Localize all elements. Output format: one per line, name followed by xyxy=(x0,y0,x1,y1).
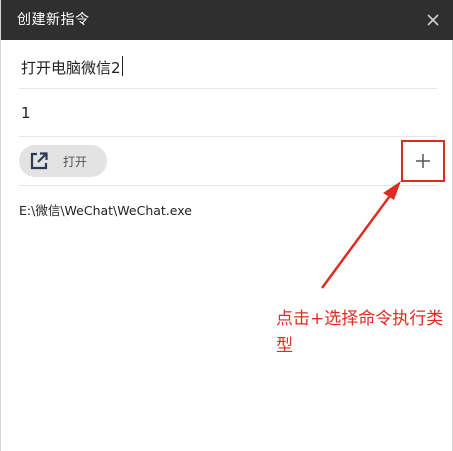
dialog-title: 创建新指令 xyxy=(17,12,90,28)
text-cursor xyxy=(122,56,123,76)
executable-path: E:\微信\WeChat\WeChat.exe xyxy=(19,203,192,218)
command-name-value: 打开电脑微信2 xyxy=(21,59,121,77)
command-value-field[interactable]: 1 xyxy=(19,89,437,137)
dialog-titlebar: 创建新指令 xyxy=(1,0,453,40)
open-action-label: 打开 xyxy=(63,155,88,169)
action-row: 打开 xyxy=(19,137,445,186)
command-value-text: 1 xyxy=(21,104,31,122)
plus-icon xyxy=(416,154,430,168)
close-icon[interactable] xyxy=(422,9,444,31)
annotation-text: 点击+选择命令执行类型 xyxy=(276,309,444,356)
add-command-type-button[interactable] xyxy=(401,140,445,182)
create-command-dialog: 创建新指令 打开电脑微信2 1 打开 E:\微信\WeChat\WeChat.e… xyxy=(0,0,453,451)
command-name-field[interactable]: 打开电脑微信2 xyxy=(19,42,437,89)
open-action-chip[interactable]: 打开 xyxy=(19,145,107,177)
open-external-icon xyxy=(29,151,49,171)
